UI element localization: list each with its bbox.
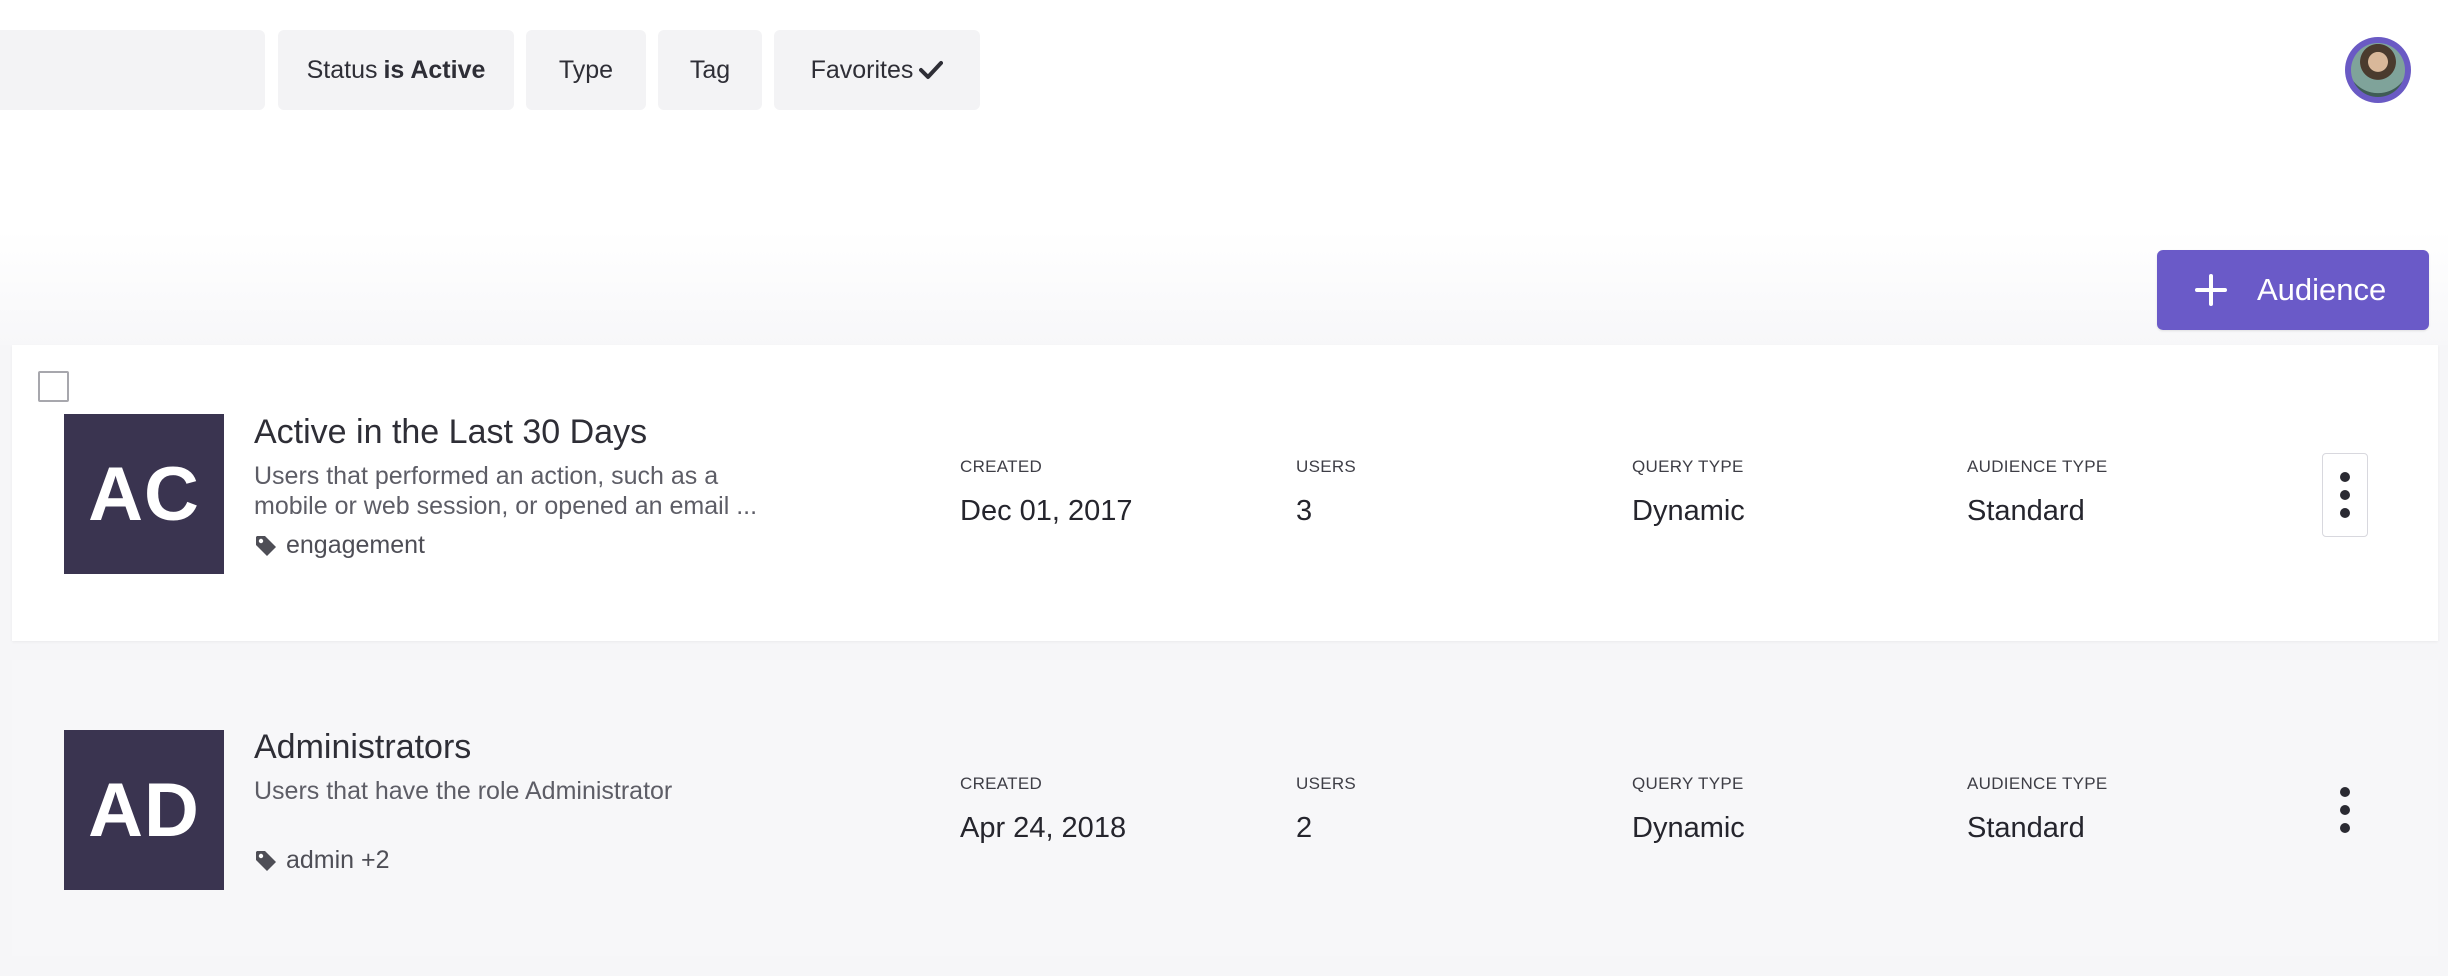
kebab-dot [2340, 508, 2350, 518]
kebab-dot [2340, 823, 2350, 833]
filter-bar: Status is Active Type Tag Favorites [0, 30, 1000, 110]
audience-tags-text: engagement [286, 531, 426, 559]
users-value: 2 [1296, 812, 1313, 844]
audience-description: Users that performed an action, such as … [254, 462, 758, 520]
tag-filter-label: Tag [689, 55, 731, 84]
audience-type-label: AUDIENCE TYPE [1967, 774, 2108, 793]
query-type-label: QUERY TYPE [1632, 774, 1744, 793]
created-column: CREATED Apr 24, 2018 [960, 774, 1126, 845]
more-options-button[interactable] [2322, 768, 2368, 852]
status-filter-value: is Active [383, 55, 486, 84]
audience-type-value: Standard [1967, 812, 2085, 844]
query-type-value: Dynamic [1632, 495, 1745, 527]
audience-tags-text: admin +2 [286, 846, 390, 874]
favorites-filter-label: Favorites [810, 55, 914, 84]
audience-tags: admin +2 [254, 846, 390, 875]
status-filter-label: Status [306, 55, 378, 84]
audience-type-column: AUDIENCE TYPE Standard [1967, 457, 2108, 528]
kebab-dot [2340, 787, 2350, 797]
created-value: Dec 01, 2017 [960, 495, 1133, 527]
audience-type-value: Standard [1967, 495, 2085, 527]
audience-initials-badge: AC [64, 414, 224, 574]
add-audience-label: Audience [2257, 272, 2387, 307]
users-value: 3 [1296, 495, 1313, 527]
users-label: USERS [1296, 774, 1357, 793]
kebab-dot [2340, 490, 2350, 500]
type-filter-chip[interactable]: Type [526, 30, 646, 110]
user-avatar[interactable] [2345, 37, 2411, 103]
audience-row[interactable]: AC Active in the Last 30 Days Users that… [12, 345, 2438, 641]
avatar-photo [2351, 43, 2405, 97]
audience-type-column: AUDIENCE TYPE Standard [1967, 774, 2108, 845]
tag-icon [256, 850, 276, 871]
users-label: USERS [1296, 457, 1357, 476]
query-type-column: QUERY TYPE Dynamic [1632, 774, 1745, 845]
tag-filter-chip[interactable]: Tag [658, 30, 762, 110]
favorites-filter-chip[interactable]: Favorites [774, 30, 980, 110]
audience-title[interactable]: Administrators [254, 728, 471, 767]
plus-icon [2195, 274, 2227, 306]
audience-type-label: AUDIENCE TYPE [1967, 457, 2108, 476]
query-type-value: Dynamic [1632, 812, 1745, 844]
search-input[interactable] [0, 30, 265, 110]
created-label: CREATED [960, 457, 1043, 476]
created-label: CREATED [960, 774, 1043, 793]
audience-tags: engagement [254, 531, 425, 560]
kebab-dot [2340, 805, 2350, 815]
type-filter-label: Type [558, 55, 614, 84]
audience-initials-badge: AD [64, 730, 224, 890]
row-select-checkbox[interactable] [38, 371, 69, 402]
tag-icon [256, 535, 276, 556]
created-value: Apr 24, 2018 [960, 812, 1127, 844]
header-fade [0, 230, 2448, 360]
users-column: USERS 2 [1296, 774, 1356, 845]
audience-description: Users that have the role Administrator [254, 777, 673, 805]
query-type-column: QUERY TYPE Dynamic [1632, 457, 1745, 528]
checkmark-icon [919, 61, 944, 79]
kebab-dot [2340, 472, 2350, 482]
audience-title[interactable]: Active in the Last 30 Days [254, 413, 647, 452]
created-column: CREATED Dec 01, 2017 [960, 457, 1133, 528]
query-type-label: QUERY TYPE [1632, 457, 1744, 476]
audience-row[interactable]: AD Administrators Users that have the ro… [12, 660, 2438, 956]
status-filter-chip[interactable]: Status is Active [278, 30, 514, 110]
add-audience-button[interactable]: Audience [2157, 250, 2429, 330]
users-column: USERS 3 [1296, 457, 1356, 528]
more-options-button[interactable] [2322, 453, 2368, 537]
